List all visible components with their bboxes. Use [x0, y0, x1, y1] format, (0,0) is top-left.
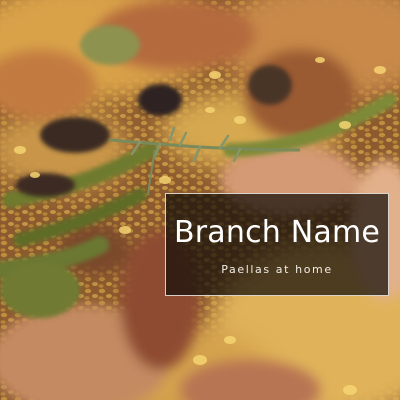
- hero-banner: Branch Name Paellas at home: [0, 0, 400, 400]
- branch-name-title: Branch Name: [173, 214, 381, 250]
- branch-caption-box: Branch Name Paellas at home: [165, 193, 389, 296]
- branch-subtitle: Paellas at home: [221, 262, 333, 276]
